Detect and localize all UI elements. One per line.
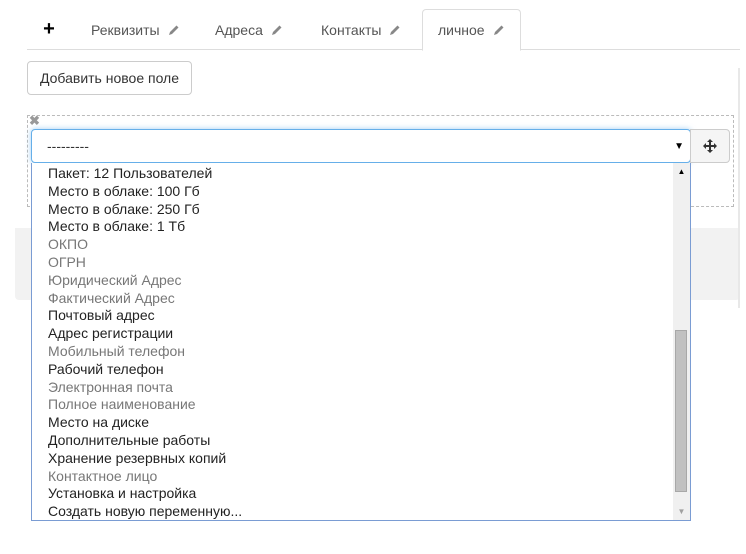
select-option: ОКПО [48, 236, 88, 253]
scrollbar-thumb[interactable] [675, 330, 687, 492]
select-option: Полное наименование [48, 396, 196, 413]
pencil-icon[interactable] [389, 24, 401, 36]
select-option[interactable]: Пакет: 12 Пользователей [48, 164, 212, 182]
tab-rekvizity[interactable]: Реквизиты [76, 9, 195, 50]
pencil-icon[interactable] [271, 24, 283, 36]
arrows-move-icon [703, 139, 717, 153]
select-option[interactable]: Место на диске [48, 413, 149, 431]
select-option[interactable]: Хранение резервных копий [48, 449, 226, 467]
panel-edge [738, 68, 740, 308]
select-option: Контактное лицо [48, 467, 158, 484]
select-option[interactable]: Рабочий телефон [48, 360, 164, 378]
tab-kontakty[interactable]: Контакты [306, 9, 416, 50]
scroll-up-arrow-icon[interactable]: ▲ [673, 163, 690, 180]
pencil-icon[interactable] [168, 24, 180, 36]
select-options-list[interactable]: Пакет: 12 Пользователей Место в облаке: 1… [31, 163, 691, 521]
tab-label: Контакты [321, 21, 382, 38]
tab-adresa[interactable]: Адреса [200, 9, 298, 50]
move-field-button[interactable] [690, 129, 730, 163]
select-option[interactable]: Место в облаке: 100 Гб [48, 182, 200, 200]
field-type-select[interactable]: --------- ▼ [31, 129, 691, 163]
tab-lichnoe[interactable]: личное [422, 9, 521, 51]
tab-bar: + Реквизиты Адреса Контакты личное [27, 9, 740, 51]
pencil-icon[interactable] [493, 24, 505, 36]
select-option[interactable]: Дополнительные работы [48, 431, 210, 449]
select-option: Электронная почта [48, 378, 173, 395]
select-option[interactable]: Место в облаке: 250 Гб [48, 200, 200, 218]
select-option[interactable]: Место в облаке: 1 Тб [48, 217, 185, 235]
select-option: ОГРН [48, 254, 86, 270]
select-option: Фактический Адрес [48, 289, 175, 306]
select-option[interactable]: Почтовый адрес [48, 306, 155, 324]
chevron-down-icon: ▼ [674, 141, 684, 152]
select-option[interactable]: Адрес регистрации [48, 324, 173, 342]
select-option[interactable]: Установка и настройка [48, 484, 196, 502]
remove-field-icon[interactable]: ✖ [29, 114, 41, 127]
select-option[interactable]: Создать новую переменную... [48, 502, 242, 520]
select-value: --------- [47, 138, 89, 154]
tab-label: Адреса [215, 21, 263, 38]
add-tab-button[interactable]: + [27, 9, 71, 50]
tab-label: Реквизиты [91, 21, 160, 38]
scrollbar[interactable]: ▲ ▼ [673, 163, 690, 520]
select-option: Юридический Адрес [48, 271, 182, 288]
scroll-down-arrow-icon[interactable]: ▼ [673, 503, 690, 520]
tab-label: личное [438, 22, 485, 38]
select-option: Мобильный телефон [48, 343, 185, 359]
add-new-field-button[interactable]: Добавить новое поле [27, 61, 192, 95]
